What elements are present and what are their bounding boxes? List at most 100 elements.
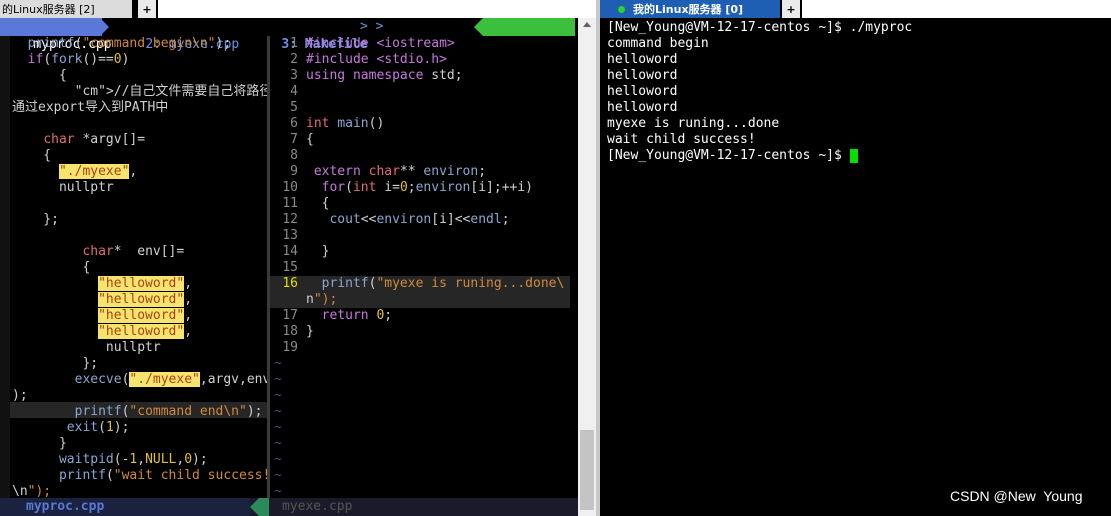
- myexe-code-window[interactable]: 1 #include <iostream> 2 #include <stdio.h> 3…: [270, 36, 570, 498]
- plus-icon: +: [142, 2, 152, 16]
- vim-tab-myproc[interactable]: myproc.cpp: [0, 18, 112, 52]
- vim-tab-makefile[interactable]: 3: Makefile: [250, 18, 367, 52]
- status-filename-active: myproc.cpp: [26, 499, 105, 514]
- line-number: 17: [282, 308, 298, 323]
- code-line: for(int i=0;environ[i];++i): [321, 180, 534, 195]
- code-line: };: [12, 356, 99, 371]
- empty-line-marker: ~: [274, 436, 282, 451]
- right-add-session-button[interactable]: +: [782, 0, 800, 18]
- line-number: [270, 292, 298, 308]
- code-line: );: [12, 388, 28, 403]
- watermark: CSDN @New Young: [950, 488, 1083, 504]
- code-line: waitpid(-1,NULL,0);: [58, 452, 208, 467]
- code-line: 通过export导入到PATH中: [12, 100, 169, 115]
- code-line: #include <stdio.h>: [306, 52, 447, 67]
- tab-arrow-icon: [100, 18, 109, 36]
- scrollbar-thumb[interactable]: [580, 430, 594, 510]
- right-session-tabbar-empty: [802, 0, 1111, 18]
- code-line: "helloword",: [98, 292, 193, 307]
- empty-line-marker: ~: [274, 420, 282, 435]
- empty-line-marker: ~: [274, 404, 282, 419]
- code-line: if(fork()==0): [27, 52, 130, 67]
- empty-line-marker: ~: [274, 356, 282, 371]
- line-number: 5: [290, 100, 298, 115]
- status-separator: [259, 498, 269, 516]
- left-session-tabbar-empty: [158, 0, 600, 18]
- status-dot-icon: [618, 5, 625, 13]
- line-number: 1: [290, 36, 298, 51]
- line-number: 14: [282, 244, 298, 259]
- code-line: #include <iostream>: [306, 36, 455, 51]
- vim-buffers-label: buffers: [483, 18, 575, 52]
- right-session-tab[interactable]: 我的Linux服务器 [0]: [600, 0, 780, 18]
- code-line: printf("myexe is runing...done\: [321, 276, 565, 291]
- code-line: printf("command begin\n");: [27, 36, 232, 51]
- terminal-line: [New_Young@VM-12-17-centos ~]$ ./myproc: [607, 20, 913, 35]
- line-number: 9: [290, 164, 298, 179]
- code-line: "cm">//自己文件需要自己将路径>: [74, 84, 267, 99]
- code-line: char *argv[]=: [43, 132, 146, 147]
- line-number: 12: [282, 212, 298, 227]
- status-filename-inactive: myexe.cpp: [282, 499, 353, 514]
- scroll-up-icon[interactable]: [583, 22, 591, 27]
- code-line: }: [306, 244, 330, 259]
- tab-arrow-icon: [474, 18, 483, 36]
- terminal-line: [New_Young@VM-12-17-centos ~]$: [607, 148, 858, 164]
- code-line: "./myexe",: [58, 164, 138, 179]
- code-line: using namespace std;: [306, 68, 463, 83]
- code-line: \n");: [12, 484, 52, 498]
- plus-icon: +: [786, 2, 796, 16]
- terminal-line: wait child success!: [607, 132, 756, 147]
- code-line: }: [306, 324, 314, 339]
- terminal-line: helloword: [607, 52, 678, 67]
- line-number: 4: [290, 84, 298, 99]
- line-number: 2: [290, 52, 298, 67]
- line-number: 10: [282, 180, 298, 195]
- code-line: n");: [306, 292, 338, 307]
- left-session-tab[interactable]: 的Linux服务器 [2]: [0, 0, 132, 18]
- line-number: 8: [290, 148, 298, 163]
- code-line: exit(1);: [66, 420, 130, 435]
- terminal-line: helloword: [607, 68, 678, 83]
- code-line: int main(): [306, 116, 385, 131]
- terminal-line: myexe is runing...done: [607, 116, 780, 131]
- vim-statusline: myproc.cpp myexe.cpp: [0, 498, 578, 516]
- code-line: printf("command end\n");: [74, 404, 263, 419]
- code-line: };: [12, 212, 59, 227]
- statusline-active: myproc.cpp: [0, 498, 250, 516]
- code-line: extern char** environ;: [313, 164, 487, 179]
- code-line: "helloword",: [98, 324, 193, 339]
- code-line: {: [12, 148, 52, 163]
- terminal-line: helloword: [607, 100, 678, 115]
- terminal-line: command begin: [607, 36, 709, 51]
- myproc-code-window[interactable]: printf("command begin\n"); if(fork()==0)…: [0, 36, 267, 498]
- chevron-right-icon: > >: [360, 19, 384, 34]
- code-line: nullptr: [105, 340, 161, 355]
- code-line: char* env[]=: [82, 244, 185, 259]
- code-line: printf("wait child success!: [58, 468, 267, 483]
- terminal-line: helloword: [607, 84, 678, 99]
- line-number: 13: [282, 228, 298, 243]
- empty-line-marker: ~: [274, 388, 282, 403]
- code-line: "helloword",: [98, 308, 193, 323]
- vim-tabline: myproc.cpp 2: myexe.cpp 3: Makefile > > …: [0, 18, 578, 52]
- code-line: return 0;: [321, 308, 393, 323]
- code-line: {: [306, 132, 314, 147]
- empty-line-marker: ~: [274, 452, 282, 467]
- left-session-title: 的Linux服务器 [2]: [2, 3, 95, 16]
- scrollbar[interactable]: [578, 18, 596, 516]
- empty-line-marker: ~: [274, 372, 282, 387]
- line-number: 3: [290, 68, 298, 83]
- line-number: 6: [290, 116, 298, 131]
- terminal-cursor: [849, 148, 858, 163]
- line-number: 18: [282, 324, 298, 339]
- code-line: "helloword",: [98, 276, 193, 291]
- terminal-output: [New_Young@VM-12-17-centos ~]$ ./myproc c…: [600, 18, 1111, 498]
- vim-tab-myexe[interactable]: 2: myexe.cpp: [114, 18, 239, 52]
- code-line: cout<<environ[i]<<endl;: [329, 212, 510, 227]
- code-line: {: [306, 196, 330, 211]
- left-add-session-button[interactable]: +: [138, 0, 156, 18]
- line-number: 11: [282, 196, 298, 211]
- empty-line-marker: ~: [274, 468, 282, 483]
- code-line: execve("./myexe",argv,env: [74, 372, 267, 387]
